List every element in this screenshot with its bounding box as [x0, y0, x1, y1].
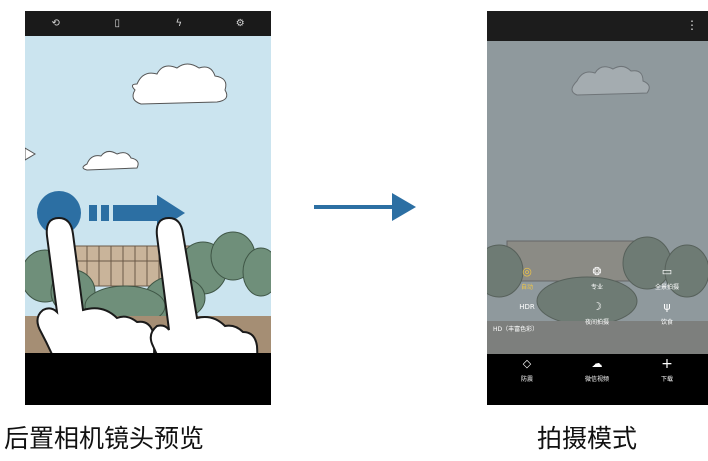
mode-label: 全景拍摄 [654, 284, 679, 291]
aperture-icon: ❂ [592, 265, 602, 278]
viewfinder-scene [25, 63, 271, 405]
cloud [82, 150, 139, 171]
camera-icon: ◎ [522, 265, 532, 278]
mode-label: 防震 [520, 376, 533, 383]
plus-icon: + [661, 356, 673, 372]
transition-arrow-icon [314, 193, 416, 221]
left-caption: 后置相机镜头预览 [4, 424, 205, 453]
dimmed-viewfinder: ◎ 自动 ❂ 专业 ▭ 全景拍摄 HDR ☽ 夜间拍摄 ψ 饮食 HD（丰富色彩… [487, 41, 708, 354]
mode-label: 夜间拍摄 [584, 319, 609, 326]
camera-viewfinder[interactable] [25, 36, 271, 405]
rear-camera-preview-screen: ⟲ ▯ ϟ ⚙ [25, 11, 271, 405]
right-caption: 拍摄模式 [537, 424, 638, 453]
mode-top-bar: ⋮ [487, 11, 708, 41]
mode-night[interactable]: ☽ 夜间拍摄 [567, 300, 627, 327]
camera-switch-icon[interactable]: ⟲ [46, 16, 66, 32]
camera-toolbar: ⟲ ▯ ϟ ⚙ [25, 11, 271, 36]
mode-label: 下载 [660, 376, 673, 383]
mode-bottom-row: ◇ 防震 ☁ 微信视频 + 下载 [487, 354, 708, 405]
mode-label: 专业 [590, 284, 603, 291]
flash-off-icon[interactable]: ϟ [169, 16, 189, 32]
shooting-mode-screen: ⋮ ◎ 自动 ❂ 专业 ▭ 全景拍摄 HDR ☽ 夜间拍摄 ψ 饮食 HD（丰富… [487, 11, 708, 405]
mode-pro[interactable]: ❂ 专业 [567, 265, 627, 292]
mode-food[interactable]: ψ 饮食 [637, 300, 697, 327]
mode-label: 自动 [520, 284, 533, 291]
cloud [131, 63, 228, 105]
ratio-icon[interactable]: ▯ [107, 16, 127, 32]
video-chat-icon: ☁ [591, 357, 603, 370]
fork-knife-icon: ψ [663, 300, 671, 313]
mode-hdr[interactable]: HDR [497, 301, 557, 317]
more-options-icon[interactable]: ⋮ [686, 19, 698, 31]
mode-label: 微信视频 [584, 376, 609, 383]
mode-wechat-video[interactable]: ☁ 微信视频 [567, 357, 627, 384]
mode-label: 饮食 [660, 319, 673, 326]
cloud [25, 147, 36, 161]
settings-icon[interactable]: ⚙ [230, 16, 250, 32]
mode-panorama[interactable]: ▭ 全景拍摄 [637, 265, 697, 292]
moon-icon: ☽ [592, 300, 602, 313]
mode-download[interactable]: + 下载 [637, 356, 697, 383]
panorama-icon: ▭ [661, 265, 673, 278]
mode-stabilize[interactable]: ◇ 防震 [497, 357, 557, 384]
mode-auto[interactable]: ◎ 自动 [497, 265, 557, 292]
hdr-icon: HDR [519, 303, 535, 311]
shutter-area [25, 353, 271, 405]
hd-rich-color-label: HD（丰富色彩） [493, 326, 539, 333]
stabilize-icon: ◇ [522, 357, 532, 370]
